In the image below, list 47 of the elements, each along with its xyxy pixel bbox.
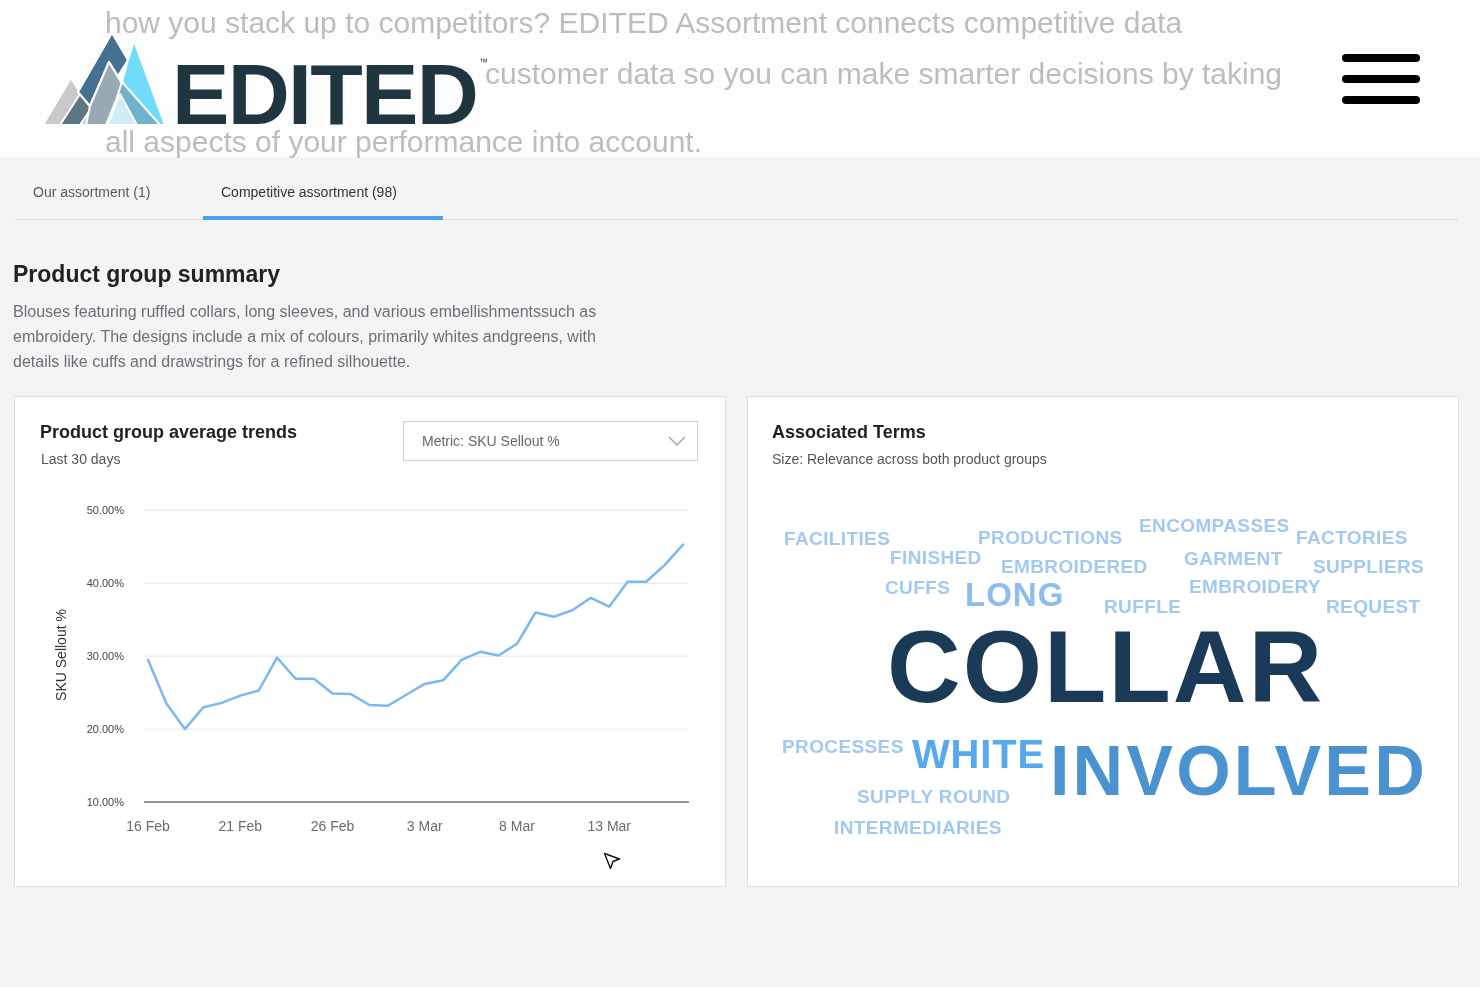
word-cloud-term: PROCESSES [782, 737, 904, 756]
y-axis-label: SKU Sellout % [52, 609, 69, 701]
y-tick-label: 10.00% [86, 796, 124, 808]
x-tick-label: 26 Feb [310, 818, 355, 834]
word-cloud-term: FACILITIES [784, 529, 891, 548]
word-cloud-term: CUFFS [885, 578, 951, 597]
word-cloud-term: INVOLVED [1050, 736, 1428, 806]
card-subtitle: Last 30 days [41, 450, 122, 468]
chevron-down-icon [668, 436, 686, 446]
word-cloud-term: RUFFLE [1104, 597, 1182, 616]
word-cloud-term: FACTORIES [1296, 528, 1408, 547]
tab[interactable]: Competitive assortment (98) [203, 157, 443, 220]
x-tick-label: 21 Feb [218, 818, 263, 834]
x-tick-label: 13 Mar [587, 818, 632, 834]
summary-text: Blouses featuring ruffled collars, long sleeves, and various embellishmentssuch as embroidery. The designs include a mix of colours, primarily whites andgreens, with details like cuffs and drawstrings for a refined silhouette. [13, 302, 598, 372]
word-cloud-term: REQUEST [1326, 597, 1421, 616]
y-tick-label: 20.00% [86, 723, 124, 736]
word-cloud-term: EMBROIDERY [1189, 577, 1321, 596]
tab[interactable]: Our assortment (1) [15, 157, 175, 220]
card-subtitle: Size: Relevance across both product groups [772, 450, 1048, 468]
x-tick-label: 16 Feb [126, 818, 170, 834]
word-cloud-term: ENCOMPASSES [1139, 516, 1290, 535]
word-cloud-term: EMBROIDERED [1001, 557, 1148, 576]
word-cloud-term: LONG [965, 578, 1065, 611]
card-title: Product group average trends [40, 421, 298, 443]
word-cloud-term: SUPPLY ROUND [857, 787, 1011, 806]
word-cloud-term: PRODUCTIONS [978, 528, 1123, 547]
word-cloud-term: FINISHED [890, 548, 982, 567]
metric-dropdown[interactable]: Metric: SKU Sellout % [403, 421, 698, 461]
x-tick-label: 3 Mar [406, 818, 443, 834]
x-tick-label: 8 Mar [499, 818, 535, 834]
word-cloud-term: SUPPLIERS [1313, 557, 1425, 576]
card-title: Associated Terms [772, 421, 927, 443]
trademark-symbol: ™ [479, 57, 489, 67]
word-cloud-term: WHITE [912, 734, 1045, 774]
word-cloud-term: COLLAR [887, 616, 1325, 718]
faded-intro-text: how you stack up to competitors? EDITED Assortment connects competitive data [105, 8, 1184, 38]
logo-wordmark: EDITED [172, 61, 478, 126]
word-cloud-term: GARMENT [1184, 549, 1283, 568]
section-title: Product group summary [13, 260, 282, 288]
cursor-icon [603, 852, 621, 870]
y-tick-label: 50.00% [86, 504, 124, 517]
word-cloud-term: INTERMEDIARIES [834, 818, 1002, 837]
faded-intro-text: all aspects of your performance into account. [105, 127, 703, 157]
menu-icon[interactable] [1342, 53, 1420, 104]
y-tick-label: 30.00% [86, 650, 124, 663]
y-tick-label: 40.00% [86, 577, 124, 590]
